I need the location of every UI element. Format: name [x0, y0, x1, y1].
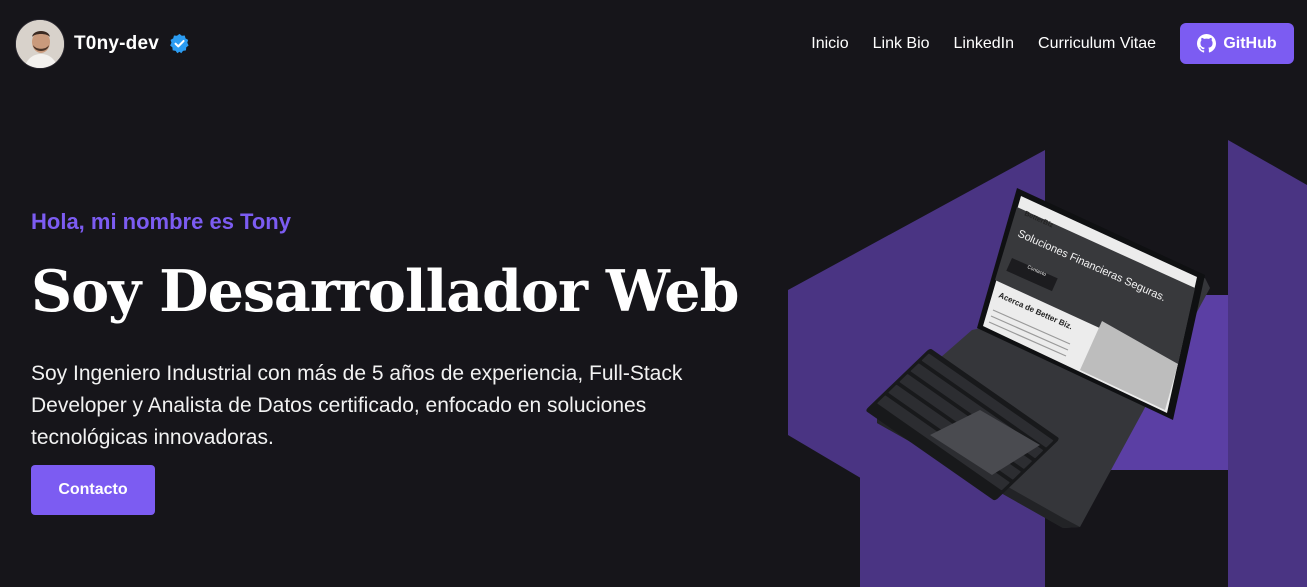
main-nav: Inicio Link Bio LinkedIn Curriculum Vita… — [787, 23, 1294, 64]
avatar — [15, 18, 65, 69]
hero-title: Soy Desarrollador Web — [31, 258, 739, 325]
hero-description: Soy Ingeniero Industrial con más de 5 añ… — [31, 362, 683, 449]
github-icon — [1197, 34, 1217, 53]
hero-artwork: BetterBiz Soluciones Financieras Seguras… — [780, 130, 1307, 587]
github-label: GitHub — [1223, 34, 1277, 52]
nav-link-link-bio[interactable]: Link Bio — [873, 35, 930, 53]
brand-name: T0ny-dev — [74, 32, 160, 54]
brand[interactable]: T0ny-dev — [15, 18, 190, 69]
nav-link-linkedin[interactable]: LinkedIn — [954, 35, 1015, 53]
verified-badge-icon — [169, 33, 190, 54]
hero-greeting: Hola, mi nombre es Tony — [31, 209, 291, 234]
github-button[interactable]: GitHub — [1180, 23, 1294, 64]
nav-link-curriculum-vitae[interactable]: Curriculum Vitae — [1038, 35, 1156, 53]
nav-link-inicio[interactable]: Inicio — [811, 35, 848, 53]
navbar: T0ny-dev Inicio Link Bio LinkedIn Curric… — [0, 0, 1307, 87]
contact-button[interactable]: Contacto — [31, 465, 155, 515]
